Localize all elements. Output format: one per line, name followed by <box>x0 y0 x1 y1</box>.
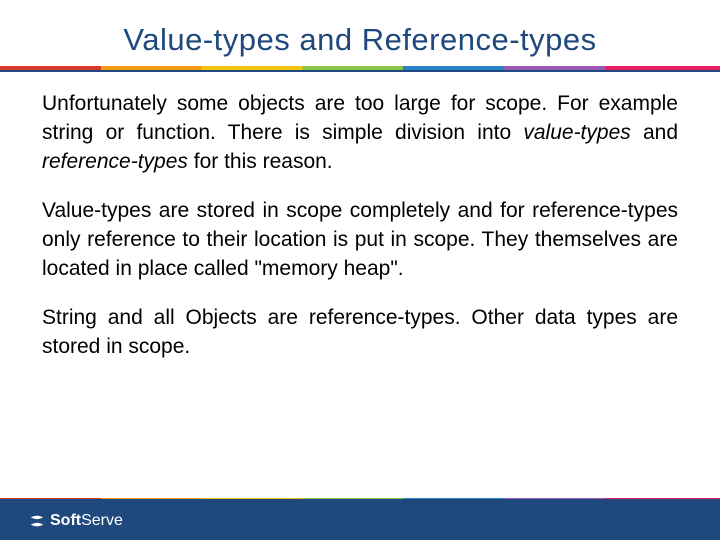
paragraph-1: Unfortunately some objects are too large… <box>42 90 678 177</box>
paragraph-2: Value-types are stored in scope complete… <box>42 197 678 284</box>
slide-title: Value-types and Reference-types <box>0 0 720 66</box>
brand-icon <box>28 512 46 530</box>
slide: Value-types and Reference-types Unfortun… <box>0 0 720 540</box>
brand-text-light: Serve <box>81 512 123 530</box>
text-run: for this reason. <box>188 150 333 173</box>
italic-term: value-types <box>523 121 630 144</box>
paragraph-3: String and all Objects are reference-typ… <box>42 304 678 362</box>
italic-term: reference-types <box>42 150 188 173</box>
brand-logo: SoftServe <box>28 512 123 530</box>
footer-bar: SoftServe <box>0 499 720 540</box>
brand-text-bold: Soft <box>50 512 81 530</box>
slide-content: Unfortunately some objects are too large… <box>0 72 720 362</box>
text-run: and <box>631 121 678 144</box>
